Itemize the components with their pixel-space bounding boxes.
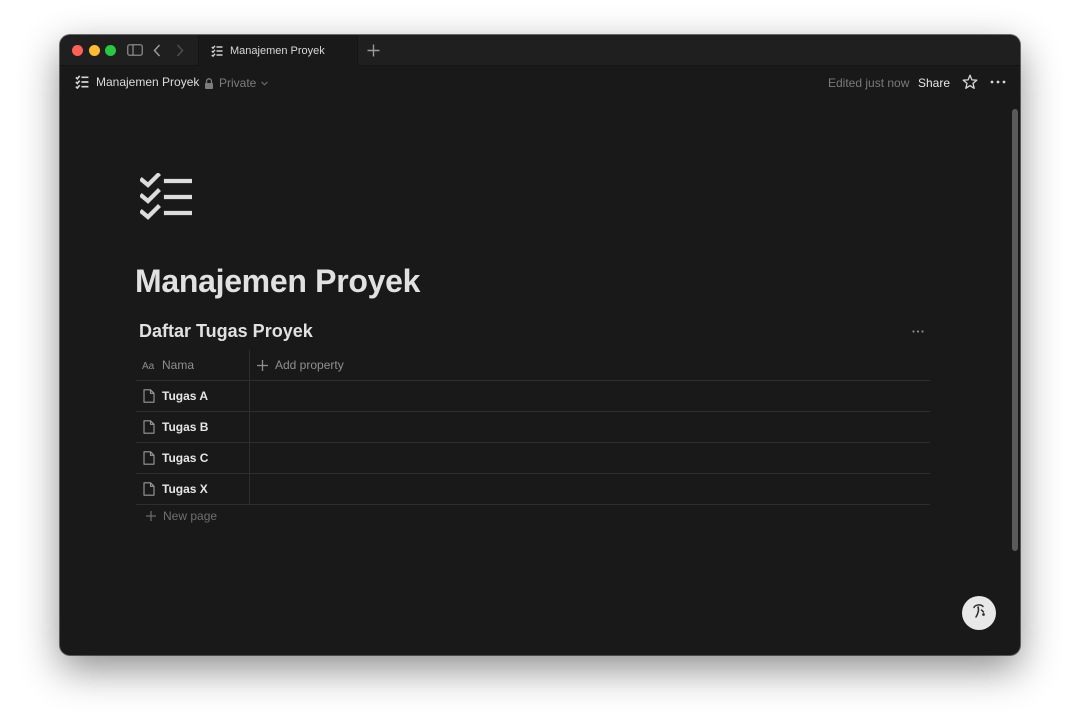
breadcrumb[interactable]: Manajemen Proyek	[75, 75, 199, 89]
edited-status: Edited just now	[828, 76, 910, 90]
checklist-icon[interactable]	[139, 172, 193, 221]
privacy-dropdown[interactable]: Private	[204, 76, 269, 90]
checklist-icon	[75, 75, 89, 89]
ellipsis-icon[interactable]	[990, 74, 1008, 90]
help-icon	[969, 601, 989, 626]
svg-text:Aa: Aa	[142, 361, 155, 370]
minimize-window-button[interactable]	[89, 45, 100, 56]
page-topbar: Manajemen Proyek Private Edited just now…	[60, 66, 1020, 100]
lock-icon	[204, 77, 214, 89]
row-name: Tugas A	[162, 389, 209, 403]
plus-icon	[146, 511, 156, 521]
breadcrumb-page-title: Manajemen Proyek	[96, 75, 200, 89]
table-row[interactable]: Tugas A	[136, 381, 930, 412]
document-icon	[143, 420, 155, 434]
add-property-button[interactable]: Add property	[257, 350, 344, 380]
document-icon	[143, 482, 155, 496]
vertical-scrollbar[interactable]	[1012, 109, 1018, 551]
row-name-cell[interactable]: Tugas A	[136, 381, 250, 411]
plus-icon	[257, 359, 268, 371]
column-header-label: Nama	[162, 358, 195, 372]
row-name-cell[interactable]: Tugas X	[136, 474, 250, 504]
database-title[interactable]: Daftar Tugas Proyek	[139, 321, 313, 342]
sidebar-toggle-icon[interactable]	[126, 41, 144, 59]
page-title[interactable]: Manajemen Proyek	[135, 263, 420, 300]
new-tab-plus-icon[interactable]	[365, 41, 381, 59]
tab-title: Manajemen Proyek	[230, 44, 325, 57]
ellipsis-icon[interactable]	[912, 327, 926, 335]
share-button[interactable]: Share	[918, 76, 950, 90]
document-icon	[143, 451, 155, 465]
table-row[interactable]: Tugas X	[136, 474, 930, 505]
table-row[interactable]: Tugas B	[136, 412, 930, 443]
table-header-row: Aa Nama Add property	[136, 350, 930, 381]
close-window-button[interactable]	[72, 45, 83, 56]
row-name-cell[interactable]: Tugas C	[136, 443, 250, 473]
table-row[interactable]: Tugas C	[136, 443, 930, 474]
back-arrow-icon[interactable]	[150, 41, 164, 59]
row-name: Tugas X	[162, 482, 208, 496]
new-page-button[interactable]: New page	[146, 509, 217, 523]
row-name-cell[interactable]: Tugas B	[136, 412, 250, 442]
column-header-nama[interactable]: Aa Nama	[136, 350, 250, 380]
row-name: Tugas B	[162, 420, 209, 434]
checklist-icon	[211, 44, 223, 57]
text-property-icon: Aa	[142, 360, 157, 370]
privacy-label: Private	[219, 76, 257, 90]
tab-manajemen-proyek[interactable]: Manajemen Proyek	[198, 35, 358, 66]
chevron-down-icon	[261, 80, 269, 86]
title-bar: Manajemen Proyek	[60, 35, 1020, 66]
app-window: Manajemen Proyek Manajemen Proyek Privat…	[60, 35, 1020, 655]
document-icon	[143, 389, 155, 403]
new-page-label: New page	[163, 509, 218, 523]
forward-arrow-icon[interactable]	[173, 41, 187, 59]
database-table: Aa Nama Add property Tugas A Tugas B Tug…	[136, 350, 930, 505]
row-name: Tugas C	[162, 451, 209, 465]
help-button[interactable]	[962, 596, 996, 630]
star-icon[interactable]	[962, 74, 978, 90]
zoom-window-button[interactable]	[105, 45, 116, 56]
add-property-label: Add property	[275, 358, 344, 372]
